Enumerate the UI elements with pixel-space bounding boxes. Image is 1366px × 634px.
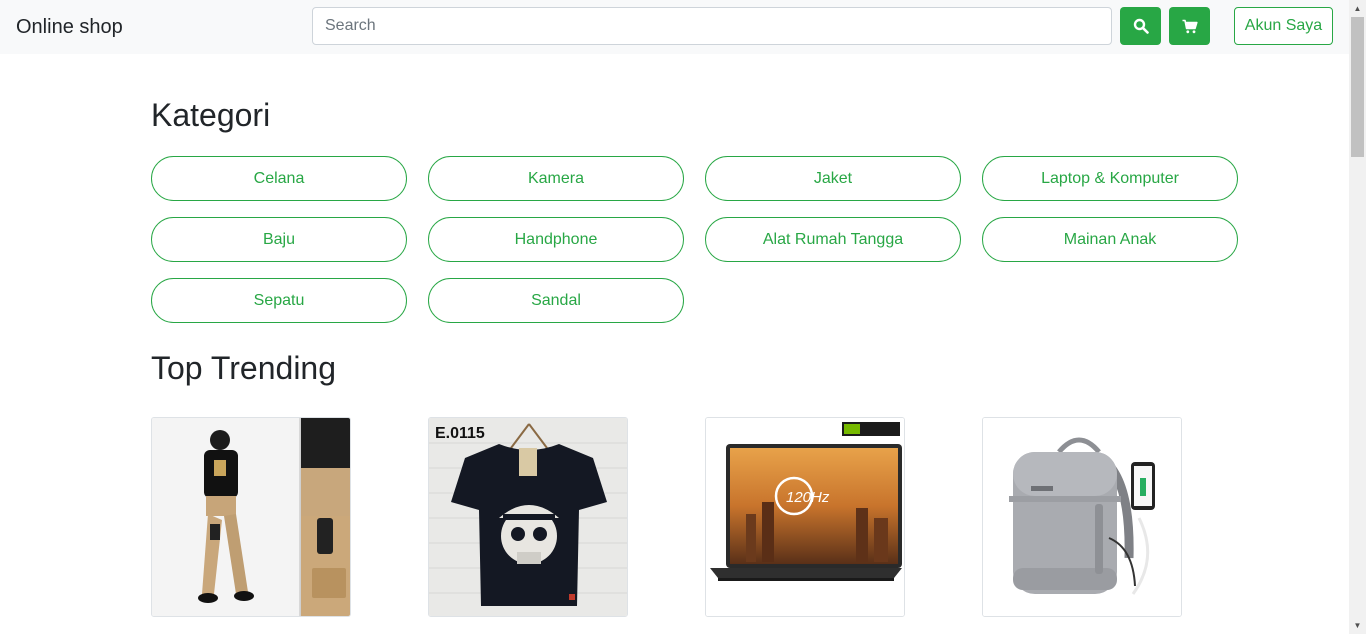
- category-jaket[interactable]: Jaket: [705, 156, 961, 201]
- category-baju[interactable]: Baju: [151, 217, 407, 262]
- category-sepatu[interactable]: Sepatu: [151, 278, 407, 323]
- laptop-screen-text: 120Hz: [786, 489, 830, 506]
- category-sandal[interactable]: Sandal: [428, 278, 684, 323]
- category-laptop-komputer[interactable]: Laptop & Komputer: [982, 156, 1238, 201]
- cart-button[interactable]: [1169, 7, 1210, 45]
- page-scrollbar[interactable]: ▲ ▼: [1349, 0, 1366, 634]
- kategori-heading: Kategori: [151, 97, 271, 133]
- search-button[interactable]: [1120, 7, 1161, 45]
- scroll-thumb[interactable]: [1351, 17, 1364, 157]
- product-card-laptop-backpack[interactable]: [982, 417, 1182, 617]
- product-code-label: E.0115: [435, 425, 485, 442]
- scroll-down-arrow-icon[interactable]: ▼: [1349, 617, 1366, 634]
- category-alat-rumah-tangga[interactable]: Alat Rumah Tangga: [705, 217, 961, 262]
- gaming-laptop-image: 120Hz: [706, 418, 904, 616]
- search-input[interactable]: [312, 7, 1112, 45]
- search-icon: [1133, 18, 1149, 34]
- account-button[interactable]: Akun Saya: [1234, 7, 1333, 45]
- category-kamera[interactable]: Kamera: [428, 156, 684, 201]
- category-celana[interactable]: Celana: [151, 156, 407, 201]
- cargo-pants-image: [152, 418, 350, 616]
- skull-tshirt-image: E.0115: [429, 418, 627, 616]
- cart-icon: [1182, 19, 1198, 33]
- brand-link[interactable]: Online shop: [16, 14, 123, 40]
- laptop-backpack-image: [983, 418, 1181, 616]
- trending-heading: Top Trending: [151, 350, 337, 386]
- category-handphone[interactable]: Handphone: [428, 217, 684, 262]
- product-card-skull-tshirt[interactable]: E.0115: [428, 417, 628, 617]
- scroll-up-arrow-icon[interactable]: ▲: [1349, 0, 1366, 17]
- navbar: Online shop Akun Saya: [0, 0, 1349, 54]
- product-card-gaming-laptop[interactable]: 120Hz: [705, 417, 905, 617]
- category-mainan-anak[interactable]: Mainan Anak: [982, 217, 1238, 262]
- product-card-cargo-pants[interactable]: [151, 417, 351, 617]
